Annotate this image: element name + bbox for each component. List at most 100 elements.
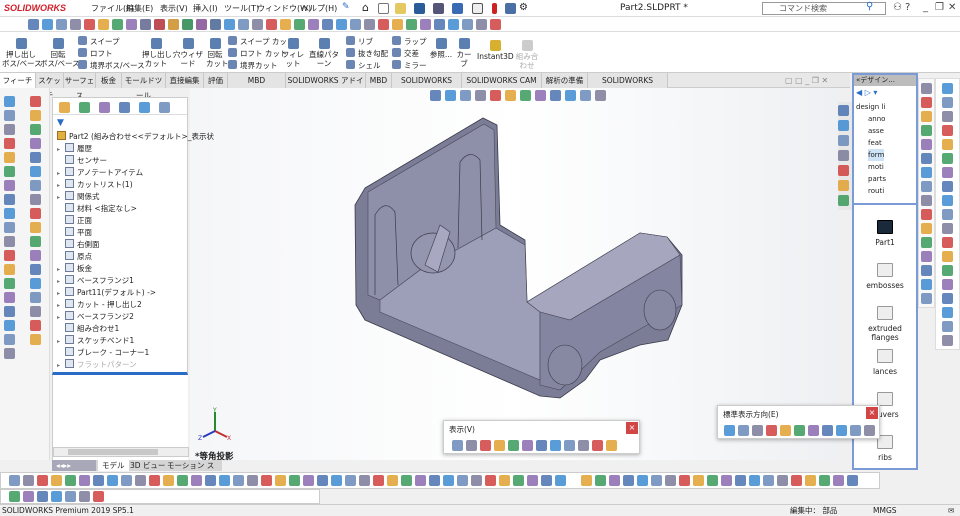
left-tool-icon[interactable] <box>4 264 15 275</box>
toolbar-icon[interactable] <box>308 19 319 30</box>
filter-icon[interactable]: ▼ <box>57 118 64 128</box>
toolbar-icon[interactable] <box>224 19 235 30</box>
toolbar-icon[interactable] <box>490 19 501 30</box>
sketch-tool-icon[interactable] <box>541 475 552 486</box>
sketch-tool-icon[interactable] <box>387 475 398 486</box>
task-pane-tab-icon[interactable] <box>838 150 849 161</box>
linear-pattern-button[interactable]: 直線パターン <box>306 38 342 68</box>
sketch-tool-icon[interactable] <box>331 475 342 486</box>
left-tool-icon[interactable] <box>30 110 41 121</box>
toolbar-icon[interactable] <box>378 19 389 30</box>
toolbar-icon[interactable] <box>462 19 473 30</box>
tab-4[interactable]: モールドツール <box>122 73 166 100</box>
revolved-cut-button[interactable]: 回転 カット <box>206 38 229 68</box>
toolbar-icon[interactable] <box>336 19 347 30</box>
sketch-tool-icon[interactable] <box>595 475 606 486</box>
tool-icon[interactable] <box>942 167 953 178</box>
left-tool-icon[interactable] <box>30 264 41 275</box>
intersect-button[interactable]: 交差 <box>392 48 419 59</box>
library-folder[interactable]: moti <box>868 161 884 173</box>
annotation-tool-icon[interactable] <box>23 491 34 502</box>
toolbar-icon[interactable] <box>84 19 95 30</box>
tab-0[interactable]: フィーチャー <box>0 73 36 100</box>
manager-tab-icon[interactable] <box>139 102 150 113</box>
sketch-tool-icon[interactable] <box>149 475 160 486</box>
annotation-tool-icon[interactable] <box>93 491 104 502</box>
back-forward-icons[interactable]: ◀ ▷ ▾ <box>856 88 877 97</box>
left-tool-icon[interactable] <box>4 124 15 135</box>
orientation-icon[interactable] <box>752 425 763 436</box>
library-item[interactable]: extruded flanges <box>854 306 916 342</box>
file-properties-icon[interactable] <box>505 3 516 14</box>
menu-edit[interactable]: 編集(E) <box>126 3 153 14</box>
view-icon[interactable] <box>522 440 533 451</box>
tool-icon[interactable] <box>942 111 953 122</box>
sketch-tool-icon[interactable] <box>219 475 230 486</box>
horizontal-scrollbar[interactable] <box>53 447 189 457</box>
sketch-tool-icon[interactable] <box>93 475 104 486</box>
sketch-tool-icon[interactable] <box>763 475 774 486</box>
view-icon[interactable] <box>475 90 486 101</box>
extruded-cut-button[interactable]: 押し出し カット <box>142 38 172 68</box>
sketch-tool-icon[interactable] <box>205 475 216 486</box>
sketch-tool-icon[interactable] <box>833 475 844 486</box>
left-tool-icon[interactable] <box>4 152 15 163</box>
task-pane-tab-icon[interactable] <box>838 165 849 176</box>
view-icon[interactable] <box>490 90 501 101</box>
orientation-icon[interactable] <box>864 425 875 436</box>
library-item[interactable]: ribs <box>854 435 916 462</box>
sketch-tool-icon[interactable] <box>457 475 468 486</box>
task-pane-tab-icon[interactable] <box>838 180 849 191</box>
toolbar-icon[interactable] <box>42 19 53 30</box>
view-icon[interactable] <box>565 90 576 101</box>
tree-item[interactable]: 右側面 <box>57 239 100 251</box>
library-folder[interactable]: design li <box>856 101 885 113</box>
library-folder[interactable]: parts <box>868 173 886 185</box>
sheet-metal-icon[interactable] <box>921 251 932 262</box>
tool-icon[interactable] <box>942 321 953 332</box>
left-tool-icon[interactable] <box>4 306 15 317</box>
sketch-tool-icon[interactable] <box>373 475 384 486</box>
left-tool-icon[interactable] <box>4 194 15 205</box>
close-view-toolbar-button[interactable]: × <box>626 422 638 434</box>
manager-tab-icon[interactable] <box>79 102 90 113</box>
boundary-boss-button[interactable]: 境界ボス/ベース <box>78 60 145 71</box>
view-icon[interactable] <box>550 90 561 101</box>
tab-6[interactable]: 評価 <box>204 73 228 88</box>
toolbar-icon[interactable] <box>364 19 375 30</box>
tool-icon[interactable] <box>942 125 953 136</box>
toolbar-icon[interactable] <box>168 19 179 30</box>
sheet-metal-icon[interactable] <box>921 97 932 108</box>
draft-button[interactable]: 抜き勾配 <box>346 48 388 59</box>
sketch-tool-icon[interactable] <box>429 475 440 486</box>
annotation-tool-icon[interactable] <box>79 491 90 502</box>
toolbar-icon[interactable] <box>350 19 361 30</box>
library-item[interactable]: embosses <box>854 263 916 290</box>
left-tool-icon[interactable] <box>30 250 41 261</box>
orientation-icon[interactable] <box>836 425 847 436</box>
left-tool-icon[interactable] <box>30 124 41 135</box>
left-tool-icon[interactable] <box>30 208 41 219</box>
view-icon[interactable] <box>466 440 477 451</box>
tree-item[interactable]: 材料 <指定なし> <box>57 203 137 215</box>
toolbar-icon[interactable] <box>28 19 39 30</box>
left-tool-icon[interactable] <box>4 348 15 359</box>
minimize-button[interactable]: _ <box>923 2 928 13</box>
left-tool-icon[interactable] <box>4 278 15 289</box>
tab-nav-arrows[interactable]: ◂◂▸▸ <box>52 460 96 471</box>
tool-icon[interactable] <box>942 195 953 206</box>
tree-item[interactable]: 平面 <box>57 227 92 239</box>
toolbar-icon[interactable] <box>476 19 487 30</box>
toolbar-icon[interactable] <box>210 19 221 30</box>
sketch-tool-icon[interactable] <box>555 475 566 486</box>
left-tool-icon[interactable] <box>30 320 41 331</box>
sheet-metal-icon[interactable] <box>921 181 932 192</box>
sheet-metal-icon[interactable] <box>921 167 932 178</box>
toolbar-icon[interactable] <box>406 19 417 30</box>
tab-11[interactable]: SOLIDWORKS CAM TBM <box>462 73 542 100</box>
view-icon[interactable] <box>460 90 471 101</box>
sketch-tool-icon[interactable] <box>107 475 118 486</box>
view-icon[interactable] <box>445 90 456 101</box>
left-tool-icon[interactable] <box>4 250 15 261</box>
sketch-tool-icon[interactable] <box>819 475 830 486</box>
